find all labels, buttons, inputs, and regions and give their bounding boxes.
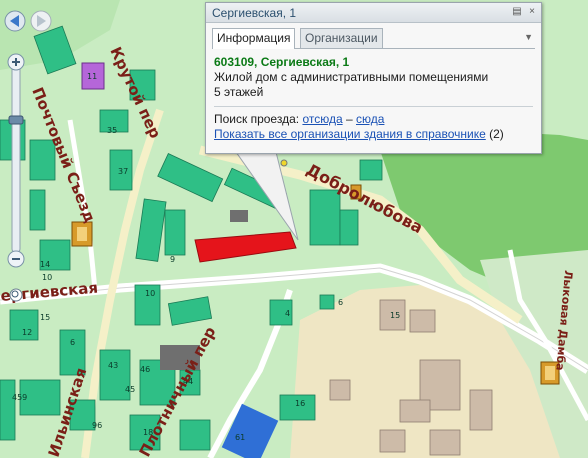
popup-pointer	[236, 152, 299, 241]
museum-icon[interactable]	[71, 221, 93, 247]
building-floors: 5 этажей	[214, 85, 264, 99]
address: 603109, Сергиевская, 1	[214, 55, 350, 69]
svg-text:10: 10	[42, 273, 52, 282]
tabs-dropdown-icon[interactable]: ▼	[524, 32, 533, 42]
tab-organizations[interactable]: Организации	[300, 28, 383, 48]
divider	[214, 106, 533, 107]
svg-text:46: 46	[140, 365, 150, 374]
svg-text:6: 6	[70, 338, 75, 347]
zoom-control[interactable]	[6, 52, 26, 302]
orgs-row: Показать все организации здания в справо…	[214, 127, 533, 142]
svg-text:16: 16	[295, 399, 305, 408]
popup-tabs: Информация Организации ▼	[212, 28, 535, 49]
svg-text:43: 43	[108, 361, 118, 370]
svg-text:45: 45	[125, 385, 135, 394]
svg-text:11: 11	[87, 72, 97, 81]
svg-text:6: 6	[338, 298, 343, 307]
popup-header[interactable]: Сергиевская, 1 ▤ ×	[206, 3, 541, 23]
building-description: Жилой дом с административными помещениям…	[214, 70, 489, 84]
svg-text:35: 35	[107, 126, 117, 135]
info-popup: Сергиевская, 1 ▤ × Информация Организаци…	[205, 2, 542, 154]
svg-text:61: 61	[235, 433, 245, 442]
svg-text:9: 9	[170, 255, 175, 264]
svg-text:37: 37	[118, 167, 128, 176]
svg-text:15: 15	[40, 313, 50, 322]
route-label: Поиск проезда:	[214, 112, 300, 126]
svg-text:15: 15	[390, 311, 400, 320]
svg-text:459: 459	[12, 393, 27, 402]
popup-content: 603109, Сергиевская, 1 Жилой дом с админ…	[214, 55, 533, 142]
show-organizations-link[interactable]: Показать все организации здания в справо…	[214, 127, 486, 141]
svg-text:4: 4	[285, 309, 290, 318]
close-icon[interactable]: ×	[526, 6, 538, 18]
svg-text:10: 10	[145, 289, 155, 298]
route-search: Поиск проезда: отсюда – сюда	[214, 112, 533, 127]
magnifier-icon[interactable]	[9, 288, 23, 302]
zoom-slider-handle[interactable]	[8, 115, 24, 125]
zoom-out-icon[interactable]	[7, 250, 25, 268]
back-arrow-icon[interactable]	[4, 10, 26, 32]
organizations-count: (2)	[489, 127, 504, 141]
zoom-in-icon[interactable]	[7, 53, 25, 71]
forward-arrow-icon[interactable]	[30, 10, 52, 32]
route-from-link[interactable]: отсюда	[302, 112, 342, 126]
svg-text:96: 96	[92, 421, 102, 430]
minimize-icon[interactable]: ▤	[511, 6, 523, 18]
svg-text:14: 14	[40, 260, 50, 269]
popup-title: Сергиевская, 1	[212, 6, 297, 20]
route-dash: –	[345, 112, 353, 126]
route-to-link[interactable]: сюда	[356, 112, 384, 126]
svg-text:12: 12	[22, 328, 32, 337]
tab-information[interactable]: Информация	[212, 28, 296, 49]
